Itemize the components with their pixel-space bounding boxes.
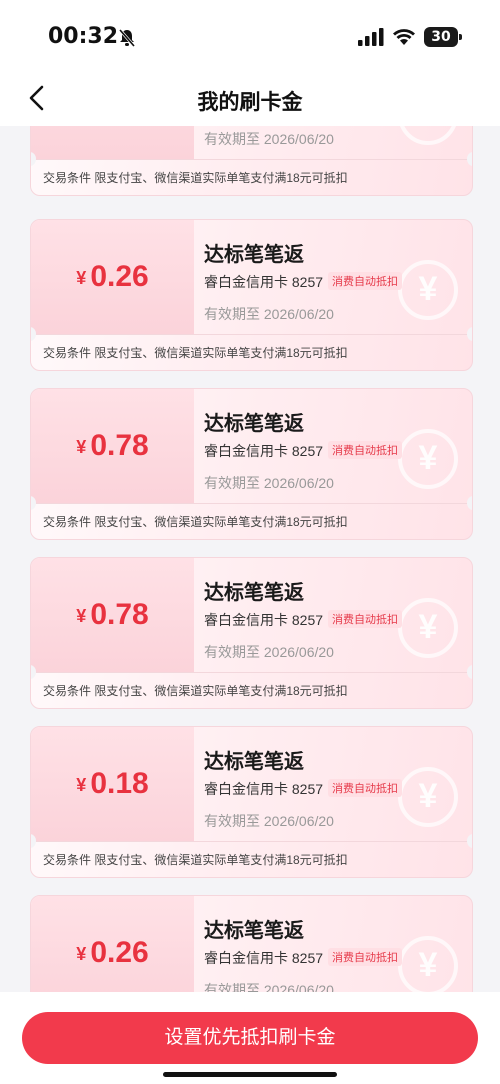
card-amount-panel: ¥0.78 xyxy=(31,558,194,672)
card-notch-right xyxy=(467,152,472,166)
card-amount-panel: ¥0.26 xyxy=(31,896,194,992)
card-name: 睿白金信用卡 8257 xyxy=(204,950,324,966)
card-title: 达标笔笔返 xyxy=(204,413,304,435)
rebate-card[interactable]: ¥0.78 ¥ 达标笔笔返 睿白金信用卡 8257 消费自动抵扣 有效期至 20… xyxy=(30,388,473,540)
card-amount-panel: ¥0.26 xyxy=(31,220,194,334)
rebate-card[interactable]: ¥0.18 ¥ 达标笔笔返 睿白金信用卡 8257 消费自动抵扣 有效期至 20… xyxy=(30,726,473,878)
card-condition: 交易条件 限支付宝、微信渠道实际单笔支付满18元可抵扣 xyxy=(43,853,348,867)
card-amount-panel: ¥0.18 xyxy=(31,727,194,841)
card-title: 达标笔笔返 xyxy=(204,751,304,773)
card-name: 睿白金信用卡 8257 xyxy=(204,781,324,797)
card-expiry: 有效期至 2026/06/20 xyxy=(204,813,334,829)
card-amount: ¥0.26 xyxy=(31,260,194,294)
card-expiry: 有效期至 2026/06/20 xyxy=(204,131,334,147)
card-condition: 交易条件 限支付宝、微信渠道实际单笔支付满18元可抵扣 xyxy=(43,684,348,698)
home-indicator[interactable] xyxy=(163,1072,337,1077)
currency-symbol: ¥ xyxy=(76,606,87,626)
auto-deduct-badge: 消费自动抵扣 xyxy=(328,948,402,966)
card-notch-right xyxy=(467,496,472,510)
card-notch-right xyxy=(467,665,472,679)
card-name: 睿白金信用卡 8257 xyxy=(204,612,324,628)
card-divider xyxy=(31,841,472,842)
card-condition: 交易条件 限支付宝、微信渠道实际单笔支付满18元可抵扣 xyxy=(43,171,348,185)
rebate-card[interactable]: ¥ 有效期至 2026/06/20 交易条件 限支付宝、微信渠道实际单笔支付满1… xyxy=(30,126,473,196)
card-title: 达标笔笔返 xyxy=(204,920,304,942)
card-amount: ¥0.78 xyxy=(31,429,194,463)
bottom-action-bar: 设置优先抵扣刷卡金 xyxy=(0,992,500,1084)
card-condition: 交易条件 限支付宝、微信渠道实际单笔支付满18元可抵扣 xyxy=(43,515,348,529)
rebate-card[interactable]: ¥0.78 ¥ 达标笔笔返 睿白金信用卡 8257 消费自动抵扣 有效期至 20… xyxy=(30,557,473,709)
amount-value: 0.78 xyxy=(90,429,149,462)
rebate-card[interactable]: ¥0.26 ¥ 达标笔笔返 睿白金信用卡 8257 消费自动抵扣 有效期至 20… xyxy=(30,219,473,371)
card-amount-panel xyxy=(31,126,194,159)
auto-deduct-badge: 消费自动抵扣 xyxy=(328,779,402,797)
rebate-card[interactable]: ¥0.26 ¥ 达标笔笔返 睿白金信用卡 8257 消费自动抵扣 有效期至 20… xyxy=(30,895,473,992)
yuan-watermark-icon: ¥ xyxy=(398,429,458,489)
card-name: 睿白金信用卡 8257 xyxy=(204,274,324,290)
signal-icon xyxy=(358,28,384,46)
card-notch-right xyxy=(467,327,472,341)
nav-bar: 我的刷卡金 xyxy=(0,70,500,126)
card-condition: 交易条件 限支付宝、微信渠道实际单笔支付满18元可抵扣 xyxy=(43,346,348,360)
status-time: 00:32 xyxy=(48,24,119,49)
status-bar: 00:32 30 xyxy=(0,0,500,70)
amount-value: 0.26 xyxy=(90,936,149,969)
card-amount: ¥0.18 xyxy=(31,767,194,801)
currency-symbol: ¥ xyxy=(76,268,87,288)
bell-slash-icon xyxy=(118,29,136,47)
amount-value: 0.18 xyxy=(90,767,149,800)
card-amount: ¥0.78 xyxy=(31,598,194,632)
wifi-icon xyxy=(393,29,415,45)
card-list[interactable]: ¥ 有效期至 2026/06/20 交易条件 限支付宝、微信渠道实际单笔支付满1… xyxy=(0,126,500,992)
currency-symbol: ¥ xyxy=(76,437,87,457)
auto-deduct-badge: 消费自动抵扣 xyxy=(328,610,402,628)
card-amount-panel: ¥0.78 xyxy=(31,389,194,503)
card-expiry: 有效期至 2026/06/20 xyxy=(204,644,334,660)
amount-value: 0.78 xyxy=(90,598,149,631)
yuan-watermark-icon: ¥ xyxy=(398,260,458,320)
set-priority-deduct-button[interactable]: 设置优先抵扣刷卡金 xyxy=(22,1012,478,1064)
yuan-watermark-icon: ¥ xyxy=(398,126,458,145)
auto-deduct-badge: 消费自动抵扣 xyxy=(328,272,402,290)
page-title: 我的刷卡金 xyxy=(197,91,303,114)
card-divider xyxy=(31,159,472,160)
card-title: 达标笔笔返 xyxy=(204,582,304,604)
card-notch-right xyxy=(467,834,472,848)
yuan-watermark-icon: ¥ xyxy=(398,936,458,992)
card-divider xyxy=(31,503,472,504)
card-divider xyxy=(31,672,472,673)
currency-symbol: ¥ xyxy=(76,775,87,795)
amount-value: 0.26 xyxy=(90,260,149,293)
battery-icon: 30 xyxy=(424,27,462,47)
currency-symbol: ¥ xyxy=(76,944,87,964)
card-name: 睿白金信用卡 8257 xyxy=(204,443,324,459)
card-expiry: 有效期至 2026/06/20 xyxy=(204,475,334,491)
auto-deduct-badge: 消费自动抵扣 xyxy=(328,441,402,459)
card-divider xyxy=(31,334,472,335)
card-title: 达标笔笔返 xyxy=(204,244,304,266)
card-amount: ¥0.26 xyxy=(31,936,194,970)
card-expiry: 有效期至 2026/06/20 xyxy=(204,306,334,322)
card-expiry: 有效期至 2026/06/20 xyxy=(204,982,334,992)
yuan-watermark-icon: ¥ xyxy=(398,767,458,827)
yuan-watermark-icon: ¥ xyxy=(398,598,458,658)
